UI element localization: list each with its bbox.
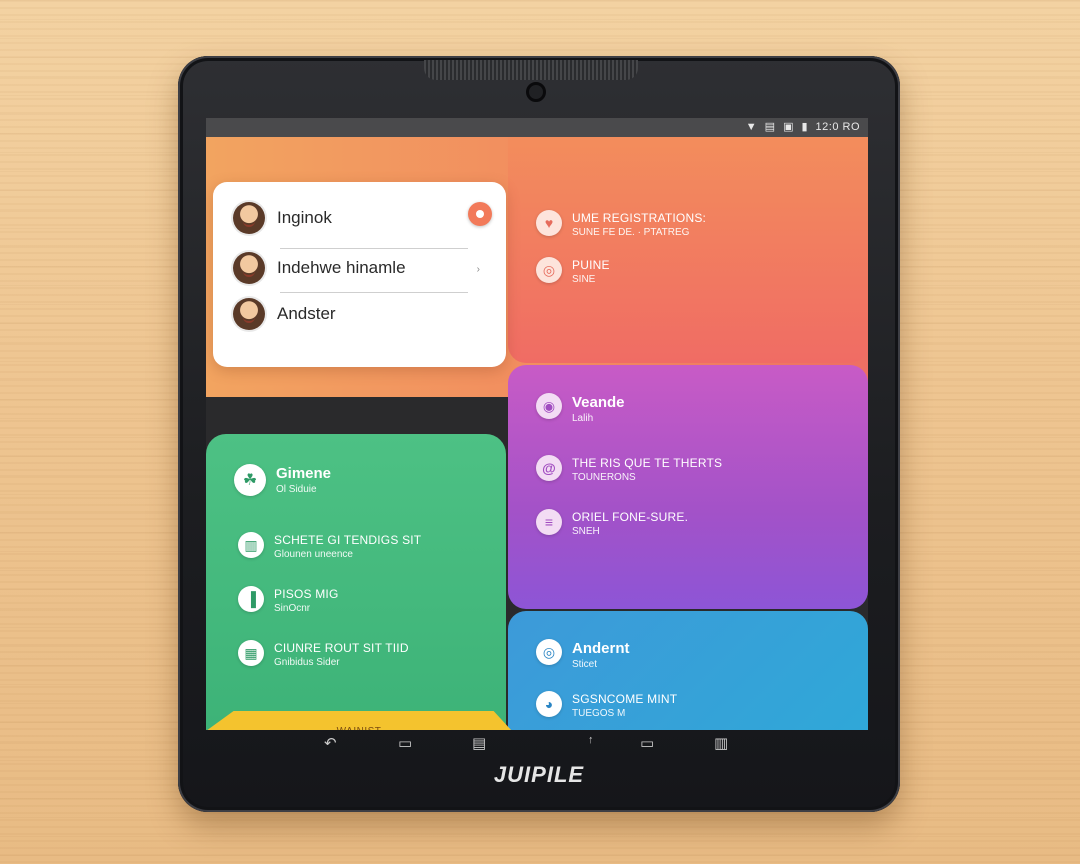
row-title: CIUNRE ROUT SIT TIID bbox=[274, 641, 409, 655]
row-subtitle: SINE bbox=[572, 274, 596, 285]
list-item[interactable]: ▥ SCHETE GI TENDIGS SIT Glounen uneence bbox=[238, 532, 421, 562]
back-icon[interactable]: ↶ bbox=[324, 734, 337, 752]
recent-apps-icon[interactable]: ▤ bbox=[472, 734, 486, 752]
chart-icon: ▥ bbox=[238, 532, 264, 558]
screen: ▼ ▤ ▣ ▮ 12:0 RO ♥ UME REGISTRATIONS: SUN… bbox=[206, 118, 868, 730]
contact-item[interactable]: Andster bbox=[233, 298, 336, 330]
contact-item[interactable]: Inginok bbox=[233, 202, 332, 234]
action-button[interactable]: WAINIST bbox=[206, 711, 512, 730]
row-subtitle: Glounen uneence bbox=[274, 549, 353, 560]
row-subtitle: SinOcnr bbox=[274, 603, 311, 614]
row-subtitle: TOUNERONS bbox=[572, 472, 636, 483]
list-item[interactable]: @ THE RIS QUE TE THERTS TOUNERONS bbox=[536, 455, 722, 485]
row-subtitle: SNEH bbox=[572, 526, 600, 537]
tablet-device: ▼ ▤ ▣ ▮ 12:0 RO ♥ UME REGISTRATIONS: SUN… bbox=[178, 56, 900, 812]
front-camera bbox=[526, 82, 546, 102]
navigation-bar: ↶ ▭ ▤ ↑ ▭ ▥ bbox=[206, 730, 868, 756]
panel-title: Gimene bbox=[276, 465, 332, 482]
up-icon[interactable]: ↑ bbox=[588, 734, 594, 746]
row-title: ORIEL FONE-SURE. bbox=[572, 510, 689, 524]
list-item[interactable]: ◕ SGSNCOME MINT TUEGOS M bbox=[536, 691, 677, 721]
row-title: THE RIS QUE TE THERTS bbox=[572, 456, 723, 470]
contact-name: Inginok bbox=[277, 208, 332, 227]
at-icon: @ bbox=[536, 455, 562, 481]
status-text: 12:0 RO bbox=[815, 121, 860, 133]
panel-header[interactable]: ◎ Andernt Sticet bbox=[536, 639, 630, 672]
signal-icon: ▤ bbox=[764, 121, 776, 133]
chevron-right-icon[interactable]: › bbox=[477, 264, 480, 275]
brand-logo: JUIPILE bbox=[493, 762, 585, 787]
contact-name: Andster bbox=[277, 304, 336, 323]
row-title: SGSNCOME MINT bbox=[572, 692, 678, 706]
grid-icon: ▦ bbox=[238, 640, 264, 666]
purple-panel[interactable]: ◉ Veande Lalih @ THE RIS QUE TE THERTS T… bbox=[508, 365, 868, 609]
list-item[interactable]: ≡ ORIEL FONE-SURE. SNEH bbox=[536, 509, 688, 539]
battery-icon: ▮ bbox=[801, 121, 808, 133]
home-icon[interactable]: ▭ bbox=[398, 734, 412, 752]
orange-panel[interactable]: ♥ UME REGISTRATIONS: SUNE FE DE. · PTATR… bbox=[508, 137, 868, 363]
menu-icon[interactable]: ▭ bbox=[640, 734, 654, 752]
panel-subtitle: Sticet bbox=[572, 659, 598, 670]
avatar bbox=[233, 298, 265, 330]
list-item[interactable]: ◎ PUINE SINE bbox=[536, 257, 610, 287]
list-icon: ≡ bbox=[536, 509, 562, 535]
row-subtitle: Gnibidus Sider bbox=[274, 657, 340, 668]
blue-panel[interactable]: ◎ Andernt Sticet ◕ SGSNCOME MINT TUEGOS … bbox=[508, 611, 868, 730]
chat-icon: ◕ bbox=[536, 691, 562, 717]
row-subtitle: SUNE FE DE. · PTATREG bbox=[572, 227, 690, 238]
list-item[interactable]: ♥ UME REGISTRATIONS: SUNE FE DE. · PTATR… bbox=[536, 210, 706, 240]
contact-item[interactable]: Indehwe hinamle bbox=[233, 252, 406, 284]
list-item[interactable]: ▦ CIUNRE ROUT SIT TIID Gnibidus Sider bbox=[238, 640, 409, 670]
divider bbox=[280, 292, 468, 293]
row-title: PISOS MIG bbox=[274, 587, 339, 601]
bars-icon: ▐ bbox=[238, 586, 264, 612]
contact-name: Indehwe hinamle bbox=[277, 258, 406, 277]
leaf-icon: ☘ bbox=[234, 464, 266, 496]
wifi-icon: ▼ bbox=[745, 121, 757, 133]
row-title: SCHETE GI TENDIGS SIT bbox=[274, 533, 422, 547]
green-panel[interactable]: ☘ Gimene Ol Siduie ▥ SCHETE GI TENDIGS S… bbox=[206, 434, 506, 730]
row-title: UME REGISTRATIONS: bbox=[572, 211, 707, 225]
location-icon: ◎ bbox=[536, 257, 562, 283]
status-bar: ▼ ▤ ▣ ▮ 12:0 RO bbox=[206, 118, 868, 137]
avatar bbox=[233, 252, 265, 284]
contacts-card: Inginok Indehwe hinamle › Andster bbox=[213, 182, 506, 367]
app-icon: ◎ bbox=[536, 639, 562, 665]
row-title: PUINE bbox=[572, 258, 610, 272]
avatar bbox=[233, 202, 265, 234]
panel-header[interactable]: ◉ Veande Lalih bbox=[536, 393, 625, 426]
screenshot-icon[interactable]: ▥ bbox=[714, 734, 728, 752]
panel-title: Veande bbox=[572, 394, 625, 411]
panel-subtitle: Ol Siduie bbox=[276, 484, 317, 495]
panel-subtitle: Lalih bbox=[572, 413, 594, 424]
notification-dot-icon[interactable] bbox=[468, 202, 492, 226]
panel-title: Andernt bbox=[572, 640, 630, 657]
divider bbox=[280, 248, 468, 249]
panel-header[interactable]: ☘ Gimene Ol Siduie bbox=[234, 464, 331, 497]
app-icon: ◉ bbox=[536, 393, 562, 419]
list-item[interactable]: ▐ PISOS MIG SinOcnr bbox=[238, 586, 338, 616]
speaker-grille bbox=[424, 60, 638, 80]
sim-icon: ▣ bbox=[783, 121, 794, 133]
row-subtitle: TUEGOS M bbox=[572, 708, 626, 719]
heart-icon: ♥ bbox=[536, 210, 562, 236]
